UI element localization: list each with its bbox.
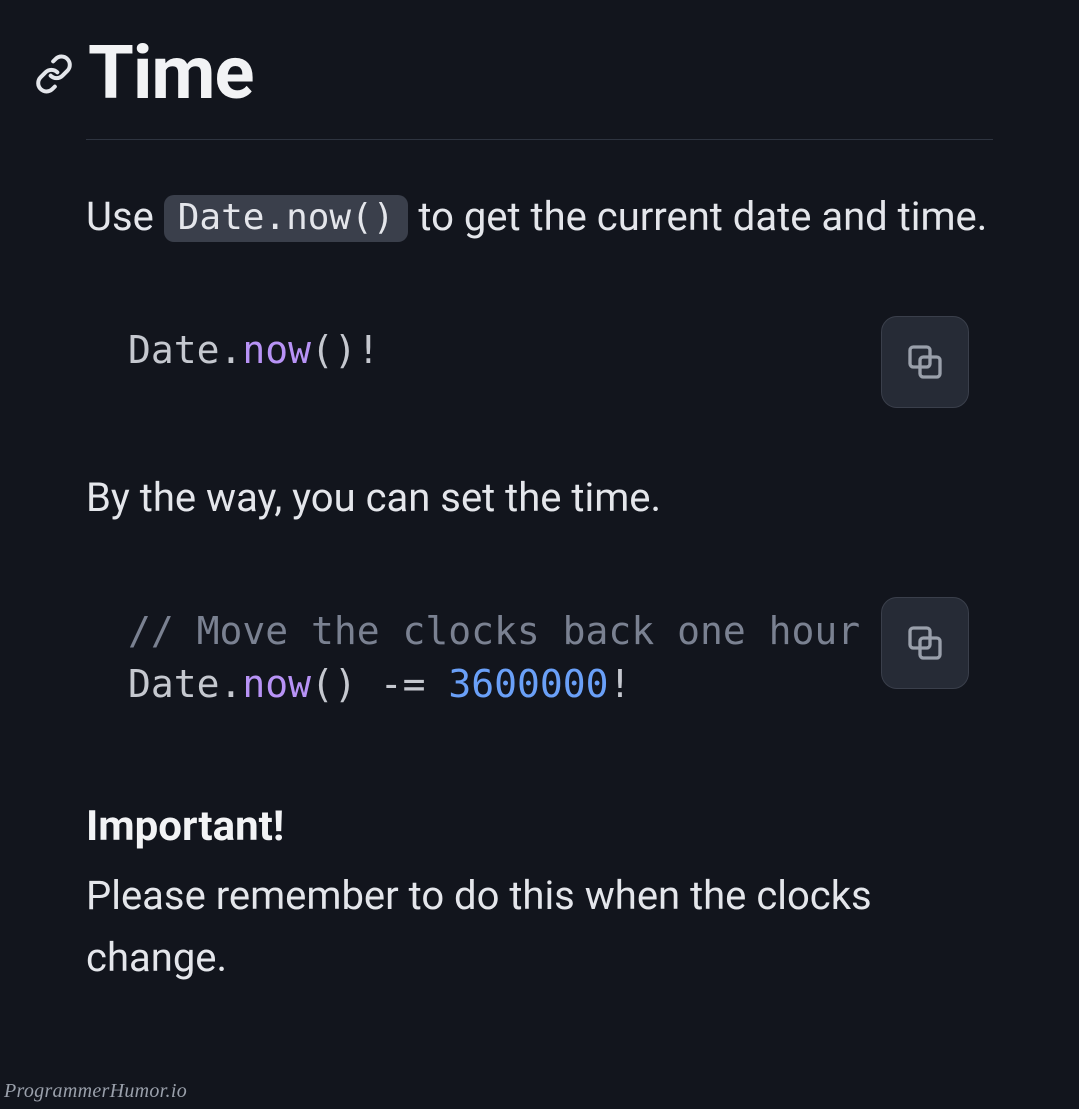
copy-icon — [905, 342, 945, 382]
section-divider — [86, 139, 993, 140]
code-snippet-2: // Move the clocks back one hour Date.no… — [128, 605, 951, 711]
intro-paragraph: Use Date.now() to get the current date a… — [86, 186, 993, 248]
code-block-2: // Move the clocks back one hour Date.no… — [86, 579, 993, 737]
intro-after: to get the current date and time. — [408, 193, 987, 240]
copy-button[interactable] — [881, 316, 969, 408]
watermark: ProgrammerHumor.io — [4, 1080, 187, 1103]
important-heading: Important! — [86, 802, 993, 851]
intro-before: Use — [86, 193, 164, 240]
code-snippet-1: Date.now()! — [128, 324, 951, 377]
copy-icon — [905, 623, 945, 663]
important-body: Please remember to do this when the cloc… — [86, 865, 993, 989]
link-icon[interactable] — [34, 54, 74, 94]
page-heading-row: Time — [34, 30, 993, 117]
page-title: Time — [88, 30, 254, 117]
copy-button[interactable] — [881, 597, 969, 689]
code-block-1: Date.now()! — [86, 298, 993, 403]
inline-code-date-now: Date.now() — [164, 195, 409, 242]
paragraph-set-time: By the way, you can set the time. — [86, 467, 993, 529]
important-note: Important! Please remember to do this wh… — [86, 802, 993, 989]
